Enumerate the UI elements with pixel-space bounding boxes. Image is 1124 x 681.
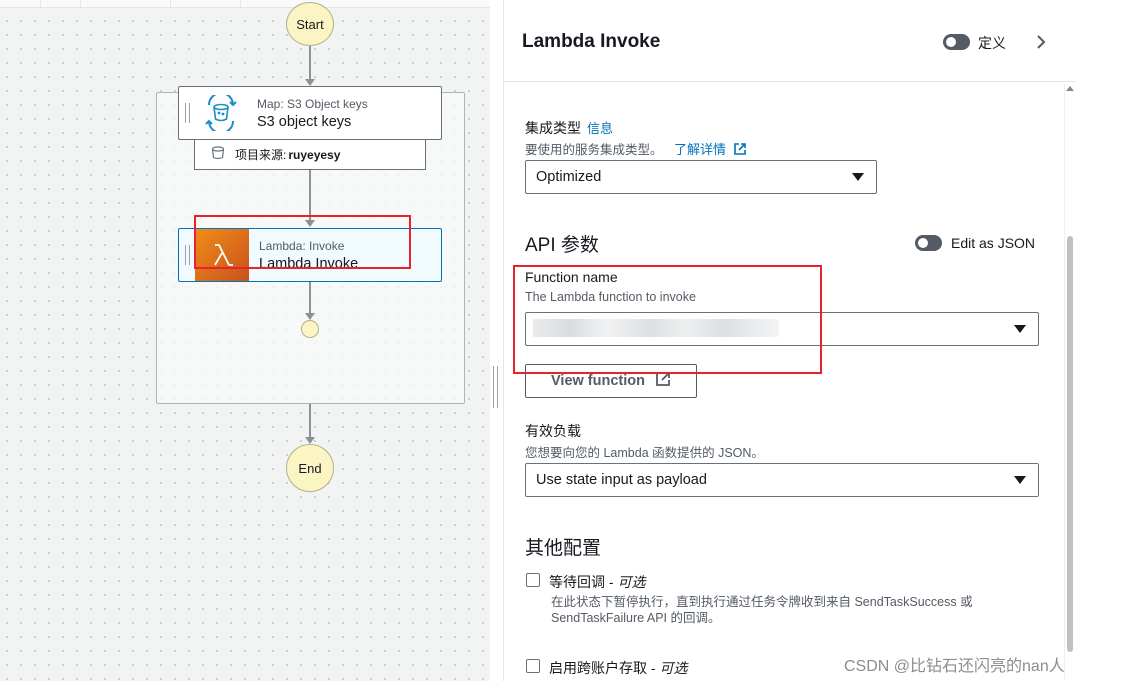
map-state-node[interactable]: Map: S3 Object keys S3 object keys [178, 86, 442, 140]
map-end-node [301, 320, 319, 338]
caret-down-icon [1014, 325, 1026, 333]
cross-account-label: 启用跨账户存取 - 可选 [549, 660, 688, 676]
edge-map-lambda [309, 170, 311, 220]
start-node[interactable]: Start [286, 2, 334, 46]
caret-down-icon [852, 173, 864, 181]
items-source: 项目来源: ruyeyesy [194, 140, 426, 170]
definition-toggle-label: 定义 [978, 35, 1006, 51]
integration-type-select[interactable]: Optimized [525, 160, 877, 194]
external-link-icon [655, 371, 671, 391]
view-function-button[interactable]: View function [525, 364, 697, 398]
lambda-state-name: Lambda Invoke [259, 255, 359, 272]
wait-callback-label: 等待回调 - 可选 [549, 574, 646, 590]
edge-map-end [309, 404, 311, 438]
cross-account-checkbox[interactable] [526, 659, 540, 673]
panel-header: Lambda Invoke 定义 [504, 0, 1076, 82]
edge-lambda-end-of-map [309, 282, 311, 314]
map-state-type: Map: S3 Object keys [257, 96, 368, 111]
external-link-icon[interactable] [733, 142, 747, 159]
bucket-icon [211, 146, 225, 163]
watermark: CSDN @比钻石还闪亮的nan人 [844, 658, 1065, 675]
lambda-state-node[interactable]: Lambda: Invoke Lambda Invoke [178, 228, 442, 282]
integration-type-label: 集成类型 信息 [525, 120, 614, 136]
scroll-up-arrow[interactable] [1066, 86, 1074, 91]
integration-info-link[interactable]: 信息 [587, 121, 613, 136]
lambda-icon [195, 229, 249, 281]
drag-handle[interactable] [179, 229, 195, 281]
s3-map-icon [195, 87, 247, 139]
wait-callback-checkbox[interactable] [526, 573, 540, 587]
edge-start-map [309, 46, 311, 80]
items-source-value: ruyeyesy [288, 147, 341, 162]
start-label: Start [296, 16, 324, 32]
lambda-state-type: Lambda: Invoke [259, 238, 345, 253]
chevron-right-icon[interactable] [1032, 33, 1050, 51]
workflow-canvas[interactable]: Start Map: S3 Object keys S3 object keys… [0, 0, 490, 681]
panel-title: Lambda Invoke [522, 31, 661, 52]
arrow-head [305, 220, 315, 227]
edit-as-json-toggle[interactable] [915, 235, 942, 251]
api-params-title: API 参数 [525, 235, 599, 256]
definition-toggle[interactable] [943, 34, 970, 50]
end-label: End [298, 460, 322, 476]
payload-label: 有效负载 [525, 423, 581, 439]
arrow-head [305, 437, 315, 444]
panel-resize-handle[interactable] [493, 366, 498, 408]
end-node[interactable]: End [286, 444, 334, 492]
function-name-label: Function name [525, 269, 618, 285]
scrollbar-thumb[interactable] [1067, 236, 1073, 652]
payload-desc: 您想要向您的 Lambda 函数提供的 JSON。 [525, 446, 764, 460]
payload-select[interactable]: Use state input as payload [525, 463, 1039, 497]
integration-type-desc: 要使用的服务集成类型。 了解详情 [525, 139, 747, 159]
canvas-toolbar [0, 0, 490, 8]
other-config-title: 其他配置 [525, 538, 602, 559]
edit-as-json-label: Edit as JSON [951, 235, 1036, 251]
map-state-name: S3 object keys [257, 113, 352, 130]
redacted-function-arn [533, 319, 779, 337]
drag-handle[interactable] [179, 87, 195, 139]
items-source-prefix: 项目来源: [235, 148, 287, 162]
wait-callback-desc: 在此状态下暂停执行，直到执行通过任务令牌收到来自 SendTaskSuccess… [551, 595, 973, 625]
arrow-head [305, 313, 315, 320]
learn-more-link[interactable]: 了解详情 [674, 142, 726, 157]
caret-down-icon [1014, 476, 1026, 484]
function-name-desc: The Lambda function to invoke [525, 290, 696, 304]
arrow-head [305, 79, 315, 86]
